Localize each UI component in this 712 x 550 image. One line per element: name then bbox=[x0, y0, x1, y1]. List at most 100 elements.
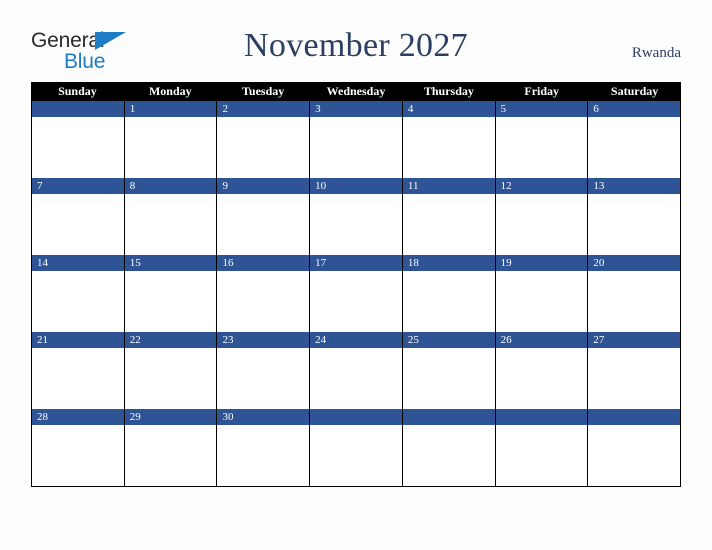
day-events-area[interactable] bbox=[124, 425, 217, 486]
day-events-area[interactable] bbox=[402, 425, 495, 486]
day-number-band bbox=[402, 409, 495, 425]
day-events-area[interactable] bbox=[217, 117, 310, 178]
day-events-area[interactable] bbox=[402, 348, 495, 409]
day-cell[interactable]: 17 bbox=[310, 255, 403, 332]
day-events-area[interactable] bbox=[310, 425, 402, 486]
day-events-area[interactable] bbox=[588, 425, 681, 486]
day-events-area[interactable] bbox=[124, 348, 217, 409]
day-events-area[interactable] bbox=[588, 194, 681, 255]
day-number-band: 20 bbox=[588, 255, 681, 271]
day-cell[interactable]: 21 bbox=[32, 332, 125, 409]
day-cell[interactable]: 6 bbox=[588, 101, 682, 178]
day-events-area[interactable] bbox=[32, 425, 124, 486]
weekday-header-thursday: Thursday bbox=[423, 84, 474, 98]
day-events-area[interactable] bbox=[588, 348, 681, 409]
day-cell[interactable]: 25 bbox=[402, 332, 496, 409]
day-events-area[interactable] bbox=[32, 271, 124, 332]
day-cell[interactable]: 16 bbox=[217, 255, 311, 332]
day-cell[interactable]: 27 bbox=[588, 332, 682, 409]
day-number: 30 bbox=[222, 410, 234, 423]
day-cell[interactable]: 12 bbox=[495, 178, 589, 255]
day-cell[interactable] bbox=[402, 409, 496, 486]
weekday-header-friday: Friday bbox=[524, 84, 560, 98]
day-cell[interactable]: 11 bbox=[402, 178, 496, 255]
weekday-header-tuesday: Tuesday bbox=[242, 84, 285, 98]
day-number-band: 3 bbox=[310, 101, 402, 117]
day-number-band: 7 bbox=[32, 178, 124, 194]
day-cell[interactable]: 7 bbox=[32, 178, 125, 255]
day-events-area[interactable] bbox=[402, 271, 495, 332]
day-events-area[interactable] bbox=[124, 271, 217, 332]
weekday-header-monday: Monday bbox=[148, 84, 192, 98]
day-events-area[interactable] bbox=[495, 117, 588, 178]
day-cell[interactable]: 28 bbox=[32, 409, 125, 486]
day-cell[interactable] bbox=[495, 409, 589, 486]
day-cell[interactable] bbox=[588, 409, 682, 486]
day-events-area[interactable] bbox=[588, 117, 681, 178]
day-cell[interactable]: 4 bbox=[402, 101, 496, 178]
day-cell[interactable]: 14 bbox=[32, 255, 125, 332]
day-number: 10 bbox=[315, 179, 327, 192]
day-events-area[interactable] bbox=[495, 271, 588, 332]
day-events-area[interactable] bbox=[217, 425, 310, 486]
day-number-band: 12 bbox=[495, 178, 588, 194]
day-cell[interactable]: 2 bbox=[217, 101, 311, 178]
day-events-area[interactable] bbox=[495, 348, 588, 409]
day-events-area[interactable] bbox=[217, 194, 310, 255]
day-events-area[interactable] bbox=[402, 194, 495, 255]
weekday-header-sunday: Sunday bbox=[58, 84, 97, 98]
day-number-band bbox=[495, 409, 588, 425]
day-events-area[interactable] bbox=[32, 194, 124, 255]
day-events-area[interactable] bbox=[310, 194, 402, 255]
day-cell[interactable]: 19 bbox=[495, 255, 589, 332]
day-number-band: 19 bbox=[495, 255, 588, 271]
day-number: 4 bbox=[407, 102, 414, 115]
country-label: Rwanda bbox=[631, 45, 681, 61]
day-events-area[interactable] bbox=[32, 117, 124, 178]
day-cell[interactable]: 9 bbox=[217, 178, 311, 255]
day-cell[interactable]: 18 bbox=[402, 255, 496, 332]
day-cell[interactable]: 22 bbox=[124, 332, 218, 409]
day-cell[interactable]: 3 bbox=[310, 101, 403, 178]
calendar-week-row: 7 8 9 10 11 12 13 bbox=[32, 178, 682, 255]
day-cell[interactable] bbox=[310, 409, 403, 486]
day-cell[interactable]: 5 bbox=[495, 101, 589, 178]
day-events-area[interactable] bbox=[124, 194, 217, 255]
day-cell[interactable]: 26 bbox=[495, 332, 589, 409]
day-number-band: 6 bbox=[588, 101, 681, 117]
day-cell[interactable]: 1 bbox=[124, 101, 218, 178]
day-number-band: 2 bbox=[217, 101, 310, 117]
day-cell[interactable]: 23 bbox=[217, 332, 311, 409]
day-events-area[interactable] bbox=[124, 117, 217, 178]
day-events-area[interactable] bbox=[310, 117, 402, 178]
day-events-area[interactable] bbox=[495, 194, 588, 255]
day-events-area[interactable] bbox=[310, 348, 402, 409]
day-cell[interactable]: 8 bbox=[124, 178, 218, 255]
day-cell[interactable]: 24 bbox=[310, 332, 403, 409]
day-events-area[interactable] bbox=[310, 271, 402, 332]
day-number-band bbox=[588, 409, 681, 425]
day-events-area[interactable] bbox=[588, 271, 681, 332]
day-cell[interactable]: 30 bbox=[217, 409, 311, 486]
day-cell[interactable]: 13 bbox=[588, 178, 682, 255]
day-number: 9 bbox=[222, 179, 228, 192]
page-title: November 2027 bbox=[244, 27, 468, 64]
calendar-week-row: 1 2 3 4 5 6 bbox=[32, 101, 682, 178]
day-number-band: 13 bbox=[588, 178, 681, 194]
day-number: 27 bbox=[593, 333, 605, 346]
day-number: 16 bbox=[222, 256, 234, 269]
page-header: General Blue November 2027 Rwanda bbox=[0, 0, 712, 82]
day-events-area[interactable] bbox=[217, 271, 310, 332]
day-cell[interactable]: 29 bbox=[124, 409, 218, 486]
day-events-area[interactable] bbox=[495, 425, 588, 486]
weekday-header-row: Sunday Monday Tuesday Wednesday Thursday… bbox=[31, 82, 681, 101]
day-number: 12 bbox=[500, 179, 512, 192]
day-events-area[interactable] bbox=[402, 117, 495, 178]
day-cell[interactable]: 15 bbox=[124, 255, 218, 332]
day-cell[interactable]: 20 bbox=[588, 255, 682, 332]
day-events-area[interactable] bbox=[32, 348, 124, 409]
day-events-area[interactable] bbox=[217, 348, 310, 409]
day-cell[interactable]: 10 bbox=[310, 178, 403, 255]
day-cell[interactable] bbox=[32, 101, 125, 178]
day-number-band: 11 bbox=[402, 178, 495, 194]
